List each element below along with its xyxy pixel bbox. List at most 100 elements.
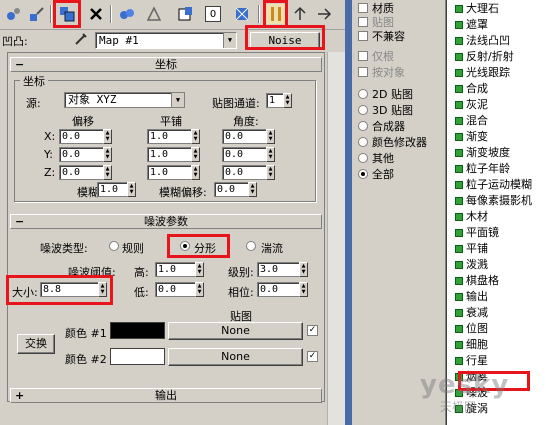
angle-value[interactable]: 0.0 — [222, 147, 267, 162]
low-value[interactable]: 0.0 — [155, 282, 196, 297]
spinner-arrows-icon[interactable]: ▲ ▼ — [283, 93, 292, 108]
map2-checkbox[interactable]: ✓ — [307, 351, 318, 362]
map-list-item[interactable]: 光线跟踪 — [455, 66, 510, 80]
browse-radio-item[interactable]: 合成器 — [358, 118, 405, 134]
map-list-item[interactable]: 每像素摄影机 — [455, 194, 532, 208]
levels-value[interactable]: 3.0 — [257, 262, 300, 277]
tiling-value[interactable]: 1.0 — [147, 129, 192, 144]
blur-spinner[interactable]: 1.0 ▲ ▼ — [97, 182, 137, 197]
tiling-value[interactable]: 1.0 — [147, 165, 192, 180]
map-name-input[interactable]: Map #1 ▼ — [95, 32, 237, 49]
tiling-spinner[interactable]: 1.0 ▲ ▼ — [147, 147, 201, 162]
color2-swatch[interactable] — [110, 348, 165, 365]
spinner-arrows-icon[interactable]: ▲ ▼ — [195, 262, 204, 277]
spinner-arrows-icon[interactable]: ▲ ▼ — [266, 129, 275, 144]
coords-rollout-header[interactable]: − 坐标 — [10, 57, 322, 72]
eyedropper-icon[interactable] — [72, 30, 90, 48]
spheres-icon[interactable] — [4, 4, 24, 24]
tiling-spinner[interactable]: 1.0 ▲ ▼ — [147, 129, 201, 144]
map-list-item[interactable]: 木材 — [455, 210, 488, 224]
map-channel-spinner[interactable]: 1 ▲ ▼ — [266, 93, 292, 108]
map-list-item[interactable]: 遮罩 — [455, 18, 488, 32]
checkbox-icon[interactable] — [358, 51, 368, 61]
map-list-item[interactable]: 渐变 — [455, 130, 488, 144]
angle-spinner[interactable]: 0.0 ▲ ▼ — [222, 165, 276, 180]
spinner-arrows-icon[interactable]: ▲ ▼ — [191, 147, 200, 162]
spinner-arrows-icon[interactable]: ▲ ▼ — [191, 129, 200, 144]
map-list-item[interactable]: 灰泥 — [455, 98, 488, 112]
map-channel-value[interactable]: 1 — [266, 93, 284, 108]
blur-offset-spinner[interactable]: 0.0 ▲ ▼ — [214, 182, 258, 197]
blur-value[interactable]: 1.0 — [97, 182, 128, 197]
put-library-icon[interactable] — [176, 4, 196, 24]
browse-check-item[interactable]: 按对象 — [358, 64, 405, 80]
map-list-item[interactable]: 衰减 — [455, 306, 488, 320]
checkbox-icon[interactable] — [358, 31, 368, 41]
map-list-item[interactable]: 大理石 — [455, 2, 499, 16]
material-id-icon[interactable]: 0 — [205, 6, 221, 22]
map-list-item[interactable]: 粒子年龄 — [455, 162, 510, 176]
browse-radio-item[interactable]: 颜色修改器 — [358, 134, 427, 150]
offset-value[interactable]: 0.0 — [59, 165, 104, 180]
map-list-item[interactable]: 粒子运动模糊 — [455, 178, 532, 192]
radio-icon[interactable] — [358, 137, 368, 147]
blur-offset-value[interactable]: 0.0 — [214, 182, 249, 197]
delete-icon[interactable] — [86, 4, 106, 24]
map-list-item[interactable]: 渐变坡度 — [455, 146, 510, 160]
tiling-value[interactable]: 1.0 — [147, 147, 192, 162]
checkbox-icon[interactable] — [358, 17, 368, 27]
checkbox-icon[interactable] — [358, 3, 368, 13]
output-rollout-header[interactable]: + 输出 — [10, 388, 322, 403]
radio-icon[interactable] — [358, 121, 368, 131]
spinner-arrows-icon[interactable]: ▲ ▼ — [248, 182, 257, 197]
spinner-arrows-icon[interactable]: ▲ ▼ — [266, 147, 275, 162]
map-list-item[interactable]: 位图 — [455, 322, 488, 336]
angle-spinner[interactable]: 0.0 ▲ ▼ — [222, 129, 276, 144]
browse-check-item[interactable]: 仅根 — [358, 48, 394, 64]
spinner-arrows-icon[interactable]: ▲ ▼ — [299, 282, 308, 297]
map-list-item[interactable]: 反射/折射 — [455, 50, 514, 64]
browse-radio-item[interactable]: 3D 贴图 — [358, 102, 413, 118]
map-list-item[interactable]: 输出 — [455, 290, 488, 304]
map-list-item[interactable]: 混合 — [455, 114, 488, 128]
source-dropdown[interactable]: 对象 XYZ ▼ — [64, 92, 185, 108]
swap-button[interactable]: 交换 — [17, 334, 55, 354]
spinner-arrows-icon[interactable]: ▲ ▼ — [191, 165, 200, 180]
radio-icon[interactable] — [358, 153, 368, 163]
offset-spinner[interactable]: 0.0 ▲ ▼ — [59, 129, 113, 144]
radio-icon[interactable] — [358, 89, 368, 99]
go-sibling-icon[interactable] — [314, 4, 334, 24]
spinner-arrows-icon[interactable]: ▲ ▼ — [127, 182, 136, 197]
rollout-scrollbar[interactable] — [327, 52, 345, 425]
phase-spinner[interactable]: 0.0 ▲ ▼ — [257, 282, 309, 297]
spinner-arrows-icon[interactable]: ▲ ▼ — [103, 165, 112, 180]
show-map-icon[interactable] — [232, 4, 252, 24]
spinner-arrows-icon[interactable]: ▲ ▼ — [266, 165, 275, 180]
map-list-item[interactable]: 合成 — [455, 82, 488, 96]
copy-icon[interactable] — [117, 4, 137, 24]
map-list-item[interactable]: 平面镜 — [455, 226, 499, 240]
tiling-spinner[interactable]: 1.0 ▲ ▼ — [147, 165, 201, 180]
angle-value[interactable]: 0.0 — [222, 129, 267, 144]
pick-material-icon[interactable] — [27, 4, 47, 24]
browse-radio-item[interactable]: 全部 — [358, 166, 394, 182]
offset-value[interactable]: 0.0 — [59, 129, 104, 144]
browse-check-item[interactable]: 不兼容 — [358, 28, 405, 44]
angle-spinner[interactable]: 0.0 ▲ ▼ — [222, 147, 276, 162]
radio-icon[interactable] — [358, 169, 368, 179]
radio-icon[interactable] — [358, 105, 368, 115]
levels-spinner[interactable]: 3.0 ▲ ▼ — [257, 262, 309, 277]
map-list-item[interactable]: 行星 — [455, 354, 488, 368]
spinner-arrows-icon[interactable]: ▲ ▼ — [299, 262, 308, 277]
low-spinner[interactable]: 0.0 ▲ ▼ — [155, 282, 205, 297]
map1-button[interactable]: None — [168, 322, 303, 340]
noise-rollout-header[interactable]: − 噪波参数 — [10, 214, 322, 229]
spinner-arrows-icon[interactable]: ▲ ▼ — [103, 129, 112, 144]
map1-checkbox[interactable]: ✓ — [307, 325, 318, 336]
spinner-arrows-icon[interactable]: ▲ ▼ — [103, 147, 112, 162]
map-list-item[interactable]: 细胞 — [455, 338, 488, 352]
browse-radio-item[interactable]: 2D 贴图 — [358, 86, 413, 102]
map2-button[interactable]: None — [168, 348, 303, 366]
offset-value[interactable]: 0.0 — [59, 147, 104, 162]
browse-radio-item[interactable]: 其他 — [358, 150, 394, 166]
